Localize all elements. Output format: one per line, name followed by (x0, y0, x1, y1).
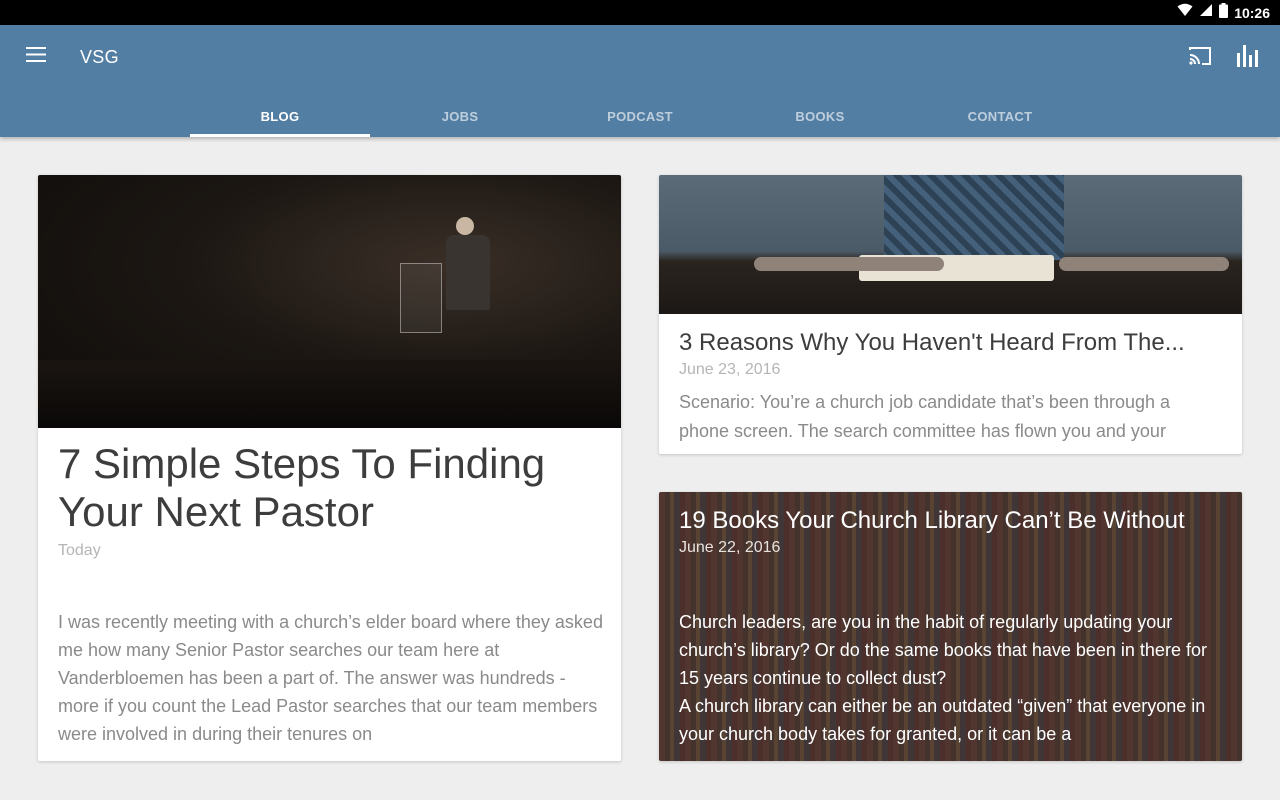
stats-icon (1236, 45, 1258, 71)
app-bar: VSG BLOG JOBS PODCAST BOOKS CONTACT (0, 25, 1280, 137)
signal-icon (1199, 3, 1213, 22)
cast-button[interactable] (1187, 45, 1213, 69)
post-title: 3 Reasons Why You Haven't Heard From The… (679, 329, 1185, 356)
post-card[interactable]: 3 Reasons Why You Haven't Heard From The… (659, 175, 1242, 454)
post-image-pastor-stage (38, 175, 621, 428)
app-title: VSG (80, 47, 119, 67)
menu-button[interactable] (22, 45, 50, 69)
status-icons: 10:26 (1177, 0, 1270, 25)
post-card-featured[interactable]: 7 Simple Steps To Finding Your Next Past… (38, 175, 621, 761)
status-time: 10:26 (1234, 4, 1270, 21)
cast-icon (1187, 47, 1213, 71)
post-excerpt: Church leaders, are you in the habit of … (679, 608, 1224, 748)
post-excerpt: I was recently meeting with a church’s e… (58, 612, 603, 744)
post-date: Today (58, 542, 101, 559)
tab-jobs[interactable]: JOBS (370, 95, 550, 137)
battery-icon (1219, 2, 1229, 23)
post-title: 7 Simple Steps To Finding Your Next Past… (58, 440, 546, 535)
post-date: June 23, 2016 (679, 361, 781, 378)
post-date: June 22, 2016 (679, 539, 781, 556)
tab-contact[interactable]: CONTACT (910, 95, 1090, 137)
post-image-desk-bible (659, 175, 1242, 314)
tab-podcast[interactable]: PODCAST (550, 95, 730, 137)
stats-button[interactable] (1236, 43, 1260, 69)
menu-icon (26, 47, 46, 67)
tab-bar: BLOG JOBS PODCAST BOOKS CONTACT (190, 95, 1090, 137)
post-title: 19 Books Your Church Library Can’t Be Wi… (679, 507, 1185, 534)
status-bar: 10:26 (0, 0, 1280, 25)
tab-blog[interactable]: BLOG (190, 95, 370, 137)
post-excerpt-paragraph: Church leaders, are you in the habit of … (679, 612, 1207, 688)
tab-books[interactable]: BOOKS (730, 95, 910, 137)
post-excerpt: Scenario: You’re a church job candidate … (679, 392, 1171, 441)
post-excerpt-paragraph: A church library can either be an outdat… (679, 696, 1206, 744)
post-card[interactable]: 19 Books Your Church Library Can’t Be Wi… (659, 492, 1242, 761)
wifi-icon (1177, 3, 1193, 22)
